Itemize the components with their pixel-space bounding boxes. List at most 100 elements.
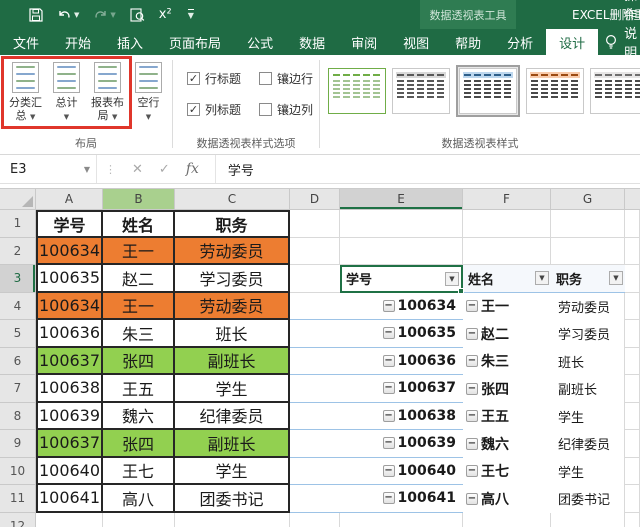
tab-帮助[interactable]: 帮助 bbox=[442, 29, 494, 55]
tab-开始[interactable]: 开始 bbox=[52, 29, 104, 55]
empty-cell[interactable] bbox=[625, 237, 640, 265]
empty-cell[interactable] bbox=[625, 430, 640, 458]
pivot-cell-role[interactable]: 学生 bbox=[551, 457, 625, 485]
table-cell[interactable]: 高八 bbox=[103, 485, 175, 513]
table-cell[interactable]: 100637 bbox=[36, 430, 103, 458]
table-cell[interactable]: 100634 bbox=[36, 292, 103, 320]
table-header-cell[interactable]: 职务 bbox=[175, 210, 290, 238]
unchecked-checkbox-icon[interactable] bbox=[259, 103, 272, 116]
empty-cell[interactable] bbox=[463, 210, 551, 238]
select-all-corner[interactable] bbox=[0, 189, 36, 210]
name-box-dropdown-icon[interactable]: ▼ bbox=[84, 165, 90, 174]
pivot-cell-id[interactable]: −100634 bbox=[340, 292, 463, 320]
pivot-cell-id[interactable]: −100639 bbox=[340, 430, 463, 458]
name-box[interactable]: E3 ▼ bbox=[0, 155, 97, 183]
empty-cell[interactable] bbox=[36, 512, 103, 527]
pivot-cell-role[interactable]: 副班长 bbox=[551, 375, 625, 403]
table-cell[interactable]: 学生 bbox=[175, 457, 290, 485]
collapse-minus-icon[interactable]: − bbox=[466, 492, 478, 505]
column-header-C[interactable]: C bbox=[175, 189, 290, 210]
empty-cell[interactable] bbox=[290, 265, 340, 293]
collapse-minus-icon[interactable]: − bbox=[382, 492, 395, 505]
row-header-2[interactable]: 2 bbox=[0, 237, 36, 265]
table-cell[interactable]: 100640 bbox=[36, 457, 103, 485]
empty-cell[interactable] bbox=[340, 512, 463, 527]
collapse-minus-icon[interactable]: − bbox=[466, 382, 478, 395]
row-header-5[interactable]: 5 bbox=[0, 320, 36, 348]
pivot-cell-role[interactable]: 劳动委员 bbox=[551, 292, 625, 320]
checkbox-镶边行[interactable]: 镶边行 bbox=[259, 70, 319, 87]
collapse-minus-icon[interactable]: − bbox=[466, 355, 478, 368]
button-分类汇总[interactable]: 分类汇总 ▼ bbox=[5, 62, 46, 124]
empty-cell[interactable] bbox=[625, 402, 640, 430]
redo-dropdown-icon[interactable]: ▼ bbox=[110, 11, 115, 19]
pivot-header-学号[interactable]: 学号 ▼ bbox=[340, 265, 464, 294]
table-cell[interactable]: 张四 bbox=[103, 430, 175, 458]
empty-cell[interactable] bbox=[551, 210, 625, 238]
empty-cell[interactable] bbox=[625, 347, 640, 375]
pivot-cell-role[interactable]: 班长 bbox=[551, 347, 625, 375]
pivot-cell-role[interactable]: 学习委员 bbox=[551, 320, 625, 348]
tab-设计[interactable]: 设计 bbox=[546, 29, 599, 55]
collapse-minus-icon[interactable]: − bbox=[466, 410, 478, 423]
pivot-cell-name[interactable]: − 王五 bbox=[463, 402, 551, 430]
table-cell[interactable]: 魏六 bbox=[103, 402, 175, 430]
filter-dropdown-icon[interactable]: ▼ bbox=[535, 271, 549, 286]
collapse-minus-icon[interactable]: − bbox=[466, 327, 478, 340]
redo-icon[interactable]: ▼ bbox=[86, 4, 122, 26]
table-cell[interactable]: 王七 bbox=[103, 457, 175, 485]
table-cell[interactable]: 王一 bbox=[103, 292, 175, 320]
collapse-minus-icon[interactable]: − bbox=[382, 327, 395, 340]
table-cell[interactable]: 100638 bbox=[36, 375, 103, 403]
tab-页面布局[interactable]: 页面布局 bbox=[156, 29, 234, 55]
pivot-cell-name[interactable]: − 王七 bbox=[463, 457, 551, 485]
empty-cell[interactable] bbox=[290, 375, 340, 403]
empty-cell[interactable] bbox=[551, 237, 625, 265]
empty-cell[interactable] bbox=[290, 512, 340, 527]
tab-审阅[interactable]: 审阅 bbox=[338, 29, 390, 55]
empty-cell[interactable] bbox=[625, 485, 640, 513]
collapse-minus-icon[interactable]: − bbox=[382, 464, 395, 477]
empty-cell[interactable] bbox=[551, 512, 625, 527]
collapse-minus-icon[interactable]: − bbox=[466, 300, 478, 313]
table-cell[interactable]: 团委书记 bbox=[175, 485, 290, 513]
column-header-A[interactable]: A bbox=[36, 189, 103, 210]
table-cell[interactable]: 100641 bbox=[36, 485, 103, 513]
superscript-icon[interactable]: x² bbox=[152, 4, 179, 26]
row-header-8[interactable]: 8 bbox=[0, 402, 36, 430]
collapse-minus-icon[interactable]: − bbox=[382, 437, 395, 450]
empty-cell[interactable] bbox=[290, 237, 340, 265]
unchecked-checkbox-icon[interactable] bbox=[259, 72, 272, 85]
column-header-F[interactable]: F bbox=[463, 189, 551, 210]
row-header-4[interactable]: 4 bbox=[0, 292, 36, 320]
row-header-11[interactable]: 11 bbox=[0, 485, 36, 513]
cancel-icon[interactable]: ✕ bbox=[124, 162, 151, 177]
empty-cell[interactable] bbox=[625, 265, 640, 293]
empty-cell[interactable] bbox=[290, 292, 340, 320]
checked-checkbox-icon[interactable]: ✓ bbox=[187, 72, 200, 85]
collapse-minus-icon[interactable]: − bbox=[466, 437, 478, 450]
table-cell[interactable]: 100639 bbox=[36, 402, 103, 430]
checkbox-行标题[interactable]: ✓ 行标题 bbox=[187, 70, 247, 87]
pivot-cell-name[interactable]: − 高八 bbox=[463, 485, 551, 513]
column-header-E[interactable]: E bbox=[340, 189, 463, 210]
empty-cell[interactable] bbox=[463, 237, 551, 265]
table-cell[interactable]: 纪律委员 bbox=[175, 402, 290, 430]
empty-cell[interactable] bbox=[340, 237, 463, 265]
tab-插入[interactable]: 插入 bbox=[104, 29, 156, 55]
insert-function-icon[interactable]: fx bbox=[178, 161, 207, 177]
table-header-cell[interactable]: 学号 bbox=[36, 210, 103, 238]
row-header-9[interactable]: 9 bbox=[0, 430, 36, 458]
column-header-G[interactable]: G bbox=[551, 189, 625, 210]
row-header-7[interactable]: 7 bbox=[0, 375, 36, 403]
tab-分析[interactable]: 分析 bbox=[494, 29, 546, 55]
print-preview-icon[interactable] bbox=[123, 4, 152, 26]
empty-cell[interactable] bbox=[290, 485, 340, 513]
collapse-minus-icon[interactable]: − bbox=[382, 354, 395, 367]
empty-cell[interactable] bbox=[340, 210, 463, 238]
row-header-3[interactable]: 3 bbox=[0, 265, 36, 293]
tell-me-search[interactable]: 操作说明搜索 bbox=[598, 0, 640, 99]
filter-dropdown-icon[interactable]: ▼ bbox=[609, 271, 623, 286]
pivot-cell-name[interactable]: − 朱三 bbox=[463, 347, 551, 375]
tab-公式[interactable]: 公式 bbox=[234, 29, 286, 55]
